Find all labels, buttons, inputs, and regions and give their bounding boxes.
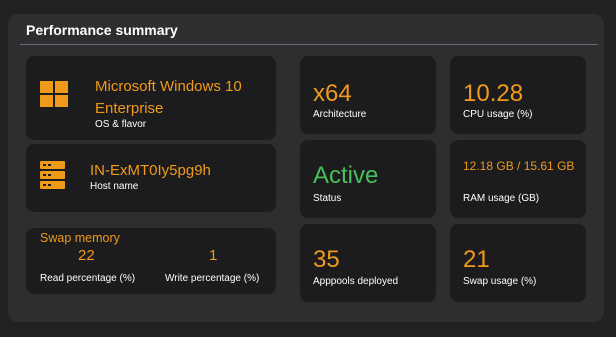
host-name: IN-ExMT0Iy5pg9h bbox=[90, 162, 211, 179]
status-label: Status bbox=[313, 193, 342, 204]
apppools-value: 35 bbox=[313, 246, 340, 273]
ram-usage-card: 12.18 GB / 15.61 GB RAM usage (GB) bbox=[450, 140, 586, 218]
swap-memory-title: Swap memory bbox=[40, 231, 120, 245]
write-percentage-label: Write percentage (%) bbox=[165, 273, 260, 284]
windows-logo-icon bbox=[40, 81, 68, 107]
server-icon bbox=[40, 161, 65, 189]
status-value: Active bbox=[313, 162, 379, 189]
apppools-card: 35 Apppools deployed bbox=[300, 224, 436, 302]
panel-title: Performance summary bbox=[26, 22, 178, 38]
architecture-card: x64 Architecture bbox=[300, 56, 436, 134]
os-card: Microsoft Windows 10 Enterprise OS & fla… bbox=[26, 56, 276, 140]
ram-usage-value: 12.18 GB / 15.61 GB bbox=[463, 159, 575, 173]
status-card: Active Status bbox=[300, 140, 436, 218]
cpu-usage-card: 10.28 CPU usage (%) bbox=[450, 56, 586, 134]
os-name: Microsoft Windows 10 Enterprise bbox=[95, 78, 242, 117]
swap-memory-card: Swap memory 22 1 Read percentage (%) Wri… bbox=[26, 228, 276, 294]
read-percentage-label: Read percentage (%) bbox=[40, 273, 136, 284]
architecture-label: Architecture bbox=[313, 109, 367, 120]
ram-usage-label: RAM usage (GB) bbox=[463, 193, 540, 204]
architecture-value: x64 bbox=[313, 80, 352, 107]
apppools-label: Apppools deployed bbox=[313, 276, 399, 287]
panel-divider bbox=[20, 44, 598, 45]
host-card: IN-ExMT0Iy5pg9h Host name bbox=[26, 144, 276, 212]
cpu-usage-label: CPU usage (%) bbox=[463, 109, 533, 120]
cpu-usage-value: 10.28 bbox=[463, 80, 524, 107]
write-percentage-value: 1 bbox=[209, 247, 218, 264]
read-percentage-value: 22 bbox=[78, 247, 95, 264]
os-label: OS & flavor bbox=[95, 119, 147, 130]
host-label: Host name bbox=[90, 181, 139, 192]
swap-usage-label: Swap usage (%) bbox=[463, 276, 537, 287]
swap-usage-value: 21 bbox=[463, 246, 490, 273]
swap-usage-card: 21 Swap usage (%) bbox=[450, 224, 586, 302]
